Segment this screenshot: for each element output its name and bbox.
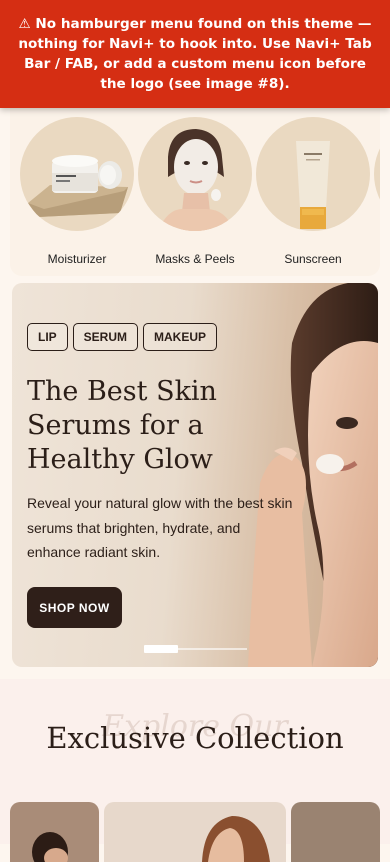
sunscreen-image bbox=[256, 117, 370, 231]
category-masks-peels[interactable]: Masks & Peels bbox=[138, 117, 252, 266]
hero-title: The Best Skin Serums for a Healthy Glow bbox=[27, 376, 217, 475]
category-sunscreen[interactable]: Sunscreen bbox=[256, 117, 370, 266]
category-carousel: Moisturizer Masks & Peels Sunscreen bbox=[10, 108, 380, 276]
hero-banner: LIP SERUM MAKEUP The Best Skin Serums fo… bbox=[12, 283, 378, 667]
collection-card[interactable] bbox=[10, 802, 99, 862]
tag-makeup[interactable]: MAKEUP bbox=[143, 323, 218, 351]
hero-tags: LIP SERUM MAKEUP bbox=[27, 323, 218, 351]
shop-now-button[interactable]: SHOP NOW bbox=[27, 587, 122, 628]
navi-warning-banner: ⚠ No hamburger menu found on this theme … bbox=[0, 0, 390, 108]
tag-lip[interactable]: LIP bbox=[27, 323, 68, 351]
collection-section: Explore Our Exclusive Collection bbox=[0, 679, 390, 862]
category-moisturizer[interactable]: Moisturizer bbox=[20, 117, 134, 266]
category-label: Sunscreen bbox=[284, 252, 342, 266]
slide-progress-indicator bbox=[144, 645, 178, 653]
category-label: Masks & Peels bbox=[155, 252, 235, 266]
hero-description: Reveal your natural glow with the best s… bbox=[27, 495, 293, 560]
warning-text: ⚠ No hamburger menu found on this theme … bbox=[18, 16, 372, 92]
tag-serum[interactable]: SERUM bbox=[72, 323, 139, 351]
category-partial[interactable] bbox=[374, 117, 380, 231]
slide-progress-bar[interactable] bbox=[144, 645, 247, 653]
moisturizer-image bbox=[20, 117, 134, 231]
collection-card[interactable] bbox=[104, 802, 286, 862]
category-partial-image bbox=[374, 117, 380, 231]
masks-peels-image bbox=[138, 117, 252, 231]
collection-heading: Exclusive Collection bbox=[46, 721, 344, 755]
collection-card[interactable] bbox=[291, 802, 380, 862]
category-label: Moisturizer bbox=[47, 252, 107, 266]
